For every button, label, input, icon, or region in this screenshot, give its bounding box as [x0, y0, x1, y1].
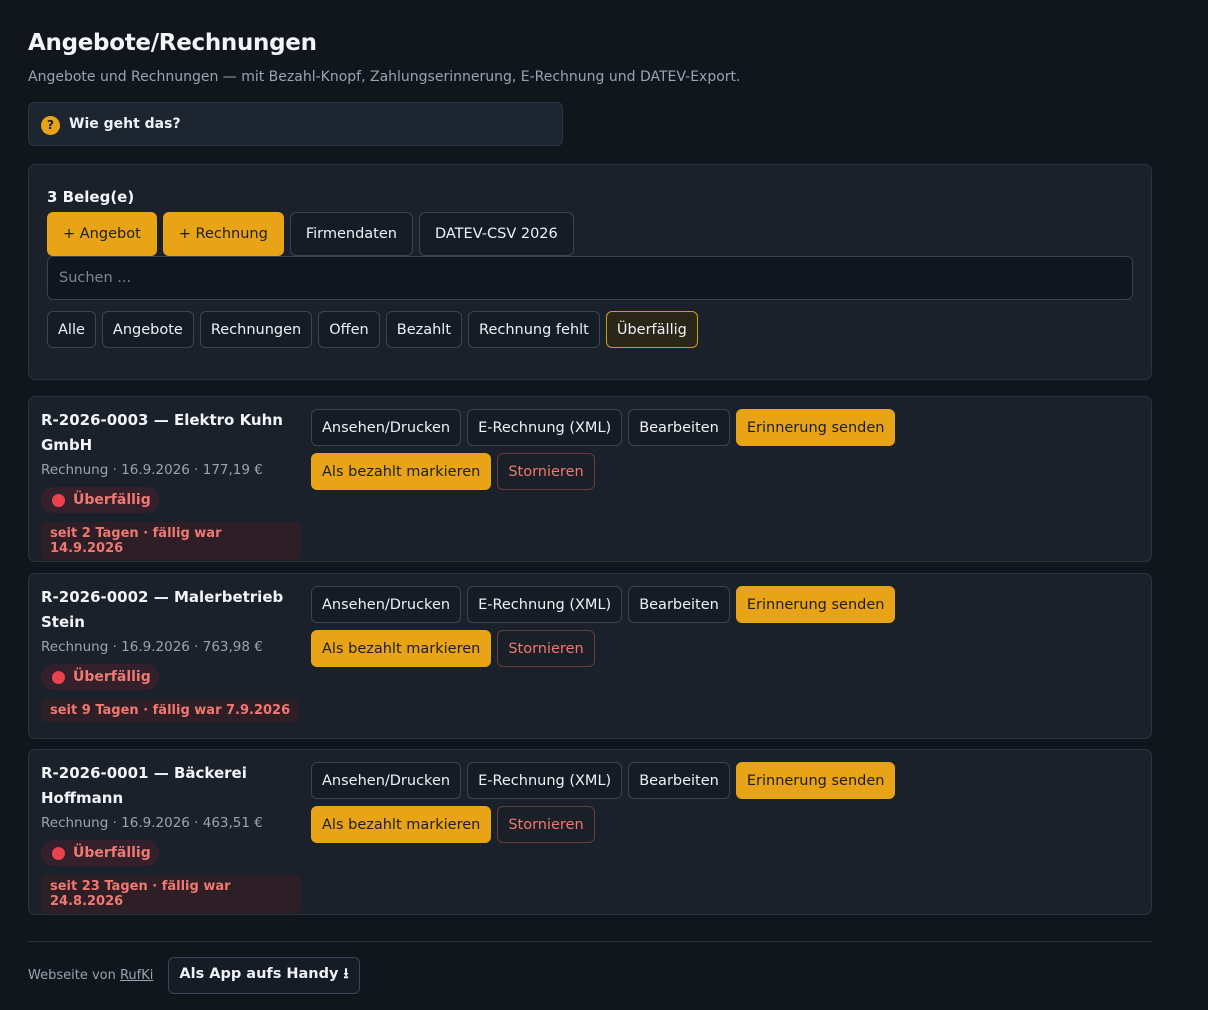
help-label: Wie geht das? — [69, 116, 181, 132]
invoice-card: R-2026-0003 — Elektro Kuhn GmbH Rechnung… — [28, 396, 1152, 562]
invoice-actions: Ansehen/Drucken E-Rechnung (XML) Bearbei… — [311, 586, 1071, 667]
e-invoice-button[interactable]: E-Rechnung (XML) — [467, 409, 623, 446]
footer-divider — [28, 941, 1152, 942]
invoice-meta: Rechnung · 16.9.2026 · 177,19 € — [41, 462, 263, 478]
invoice-info: R-2026-0001 — Bäckerei Hoffmann Rechnung… — [41, 761, 301, 913]
mark-paid-button[interactable]: Als bezahlt markieren — [311, 806, 492, 843]
footer: Webseite von RufKi Als App aufs Handy ⭳ — [28, 957, 360, 994]
status-badge: Überfällig — [41, 840, 159, 866]
mark-paid-button[interactable]: Als bezahlt markieren — [311, 453, 492, 490]
cancel-invoice-button[interactable]: Stornieren — [497, 806, 595, 843]
invoice-card: R-2026-0002 — Malerbetrieb Stein Rechnun… — [28, 573, 1152, 739]
toolbar: + Angebot + Rechnung Firmendaten DATEV-C… — [47, 212, 574, 256]
question-icon: ? — [41, 115, 60, 135]
footer-link[interactable]: RufKi — [120, 968, 153, 983]
filter-offers[interactable]: Angebote — [101, 311, 194, 348]
invoice-title: R-2026-0001 — Bäckerei Hoffmann — [41, 764, 247, 807]
invoice-card: R-2026-0001 — Bäckerei Hoffmann Rechnung… — [28, 749, 1152, 915]
e-invoice-button[interactable]: E-Rechnung (XML) — [467, 586, 623, 623]
filter-invoice-missing[interactable]: Rechnung fehlt — [468, 311, 600, 348]
status-badge: Überfällig — [41, 487, 159, 513]
view-print-button[interactable]: Ansehen/Drucken — [311, 586, 462, 623]
page-title: Angebote/Rechnungen — [28, 30, 317, 56]
overdue-note: seit 9 Tagen · fällig war 7.9.2026 — [41, 699, 300, 722]
page-subtitle: Angebote und Rechnungen — mit Bezahl-Kno… — [28, 69, 741, 85]
filter-paid[interactable]: Bezahlt — [385, 311, 463, 348]
invoice-actions: Ansehen/Drucken E-Rechnung (XML) Bearbei… — [311, 409, 1071, 490]
filter-invoices[interactable]: Rechnungen — [199, 311, 313, 348]
invoice-title: R-2026-0002 — Malerbetrieb Stein — [41, 588, 284, 631]
view-print-button[interactable]: Ansehen/Drucken — [311, 762, 462, 799]
filter-overdue[interactable]: Überfällig — [605, 311, 698, 348]
status-badge: Überfällig — [41, 664, 159, 690]
cancel-invoice-button[interactable]: Stornieren — [497, 630, 595, 667]
filter-all[interactable]: Alle — [47, 311, 96, 348]
status-label: Überfällig — [73, 492, 151, 508]
install-app-button[interactable]: Als App aufs Handy ⭳ — [168, 957, 360, 994]
help-toggle[interactable]: ? Wie geht das? — [28, 102, 563, 146]
invoice-meta: Rechnung · 16.9.2026 · 763,98 € — [41, 639, 263, 655]
company-data-button[interactable]: Firmendaten — [289, 212, 413, 256]
filter-bar: Alle Angebote Rechnungen Offen Bezahlt R… — [47, 311, 698, 348]
footer-text: Webseite von RufKi — [28, 968, 153, 983]
status-dot-icon — [52, 846, 65, 860]
datev-export-button[interactable]: DATEV-CSV 2026 — [418, 212, 574, 256]
e-invoice-button[interactable]: E-Rechnung (XML) — [467, 762, 623, 799]
new-offer-button[interactable]: + Angebot — [47, 212, 157, 256]
invoice-actions: Ansehen/Drucken E-Rechnung (XML) Bearbei… — [311, 762, 1071, 843]
footer-prefix: Webseite von — [28, 968, 116, 983]
status-label: Überfällig — [73, 845, 151, 861]
edit-button[interactable]: Bearbeiten — [628, 409, 730, 446]
invoice-info: R-2026-0002 — Malerbetrieb Stein Rechnun… — [41, 585, 301, 722]
status-label: Überfällig — [73, 669, 151, 685]
document-count: 3 Beleg(e) — [47, 188, 135, 206]
send-reminder-button[interactable]: Erinnerung senden — [735, 586, 896, 623]
new-invoice-button[interactable]: + Rechnung — [162, 212, 284, 256]
send-reminder-button[interactable]: Erinnerung senden — [735, 409, 896, 446]
invoice-meta: Rechnung · 16.9.2026 · 463,51 € — [41, 815, 263, 831]
status-dot-icon — [52, 493, 65, 507]
send-reminder-button[interactable]: Erinnerung senden — [735, 762, 896, 799]
cancel-invoice-button[interactable]: Stornieren — [497, 453, 595, 490]
search-input[interactable] — [47, 256, 1133, 300]
edit-button[interactable]: Bearbeiten — [628, 762, 730, 799]
overdue-note: seit 23 Tagen · fällig war 24.8.2026 — [41, 875, 301, 913]
filter-open[interactable]: Offen — [318, 311, 380, 348]
invoice-info: R-2026-0003 — Elektro Kuhn GmbH Rechnung… — [41, 408, 301, 560]
view-print-button[interactable]: Ansehen/Drucken — [311, 409, 462, 446]
status-dot-icon — [52, 670, 65, 684]
invoice-title: R-2026-0003 — Elektro Kuhn GmbH — [41, 411, 283, 454]
document-panel: 3 Beleg(e) + Angebot + Rechnung Firmenda… — [28, 164, 1152, 380]
mark-paid-button[interactable]: Als bezahlt markieren — [311, 630, 492, 667]
overdue-note: seit 2 Tagen · fällig war 14.9.2026 — [41, 522, 301, 560]
edit-button[interactable]: Bearbeiten — [628, 586, 730, 623]
